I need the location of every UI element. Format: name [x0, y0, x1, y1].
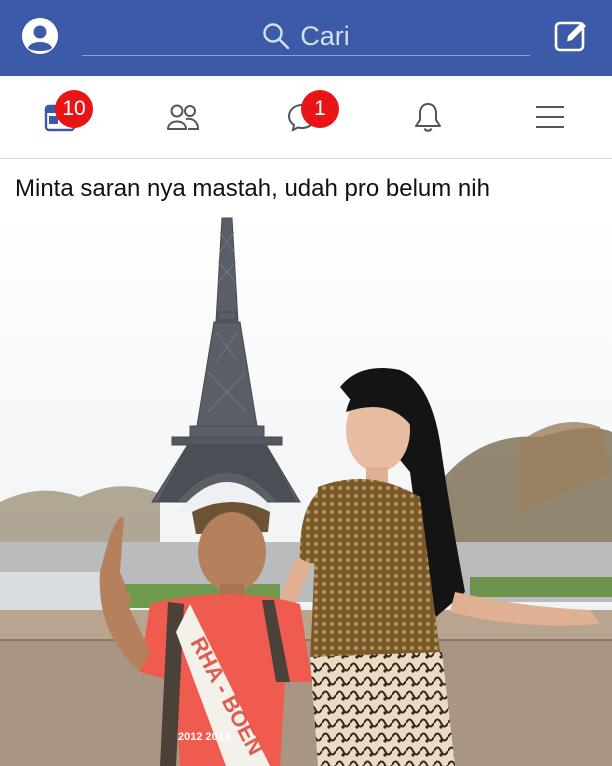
notifications-icon [415, 103, 441, 132]
profile-icon[interactable] [22, 18, 58, 54]
compose-icon[interactable] [553, 18, 589, 54]
search-bar[interactable]: Cari [82, 16, 530, 56]
post-photo[interactable]: RHA - BOEN 2012 2013 [0, 212, 612, 766]
friends-icon [167, 104, 200, 130]
sash-year: 2012 2013 [178, 731, 230, 743]
nav-notifications[interactable] [388, 76, 468, 158]
nav-events[interactable]: 10 [20, 76, 100, 158]
search-icon [263, 23, 290, 50]
nav-friends[interactable] [143, 76, 223, 158]
top-bar: Cari [0, 0, 612, 76]
nav-menu[interactable] [510, 76, 590, 158]
search-input[interactable]: Cari [300, 21, 350, 51]
events-badge: 10 [55, 90, 93, 128]
search-underline [82, 55, 530, 56]
nav-messenger[interactable]: 1 [262, 76, 342, 158]
messenger-badge: 1 [301, 90, 339, 128]
post-text: Minta saran nya mastah, udah pro belum n… [15, 175, 490, 202]
menu-icon [536, 106, 564, 128]
nav-bar: 10 1 [0, 76, 612, 159]
